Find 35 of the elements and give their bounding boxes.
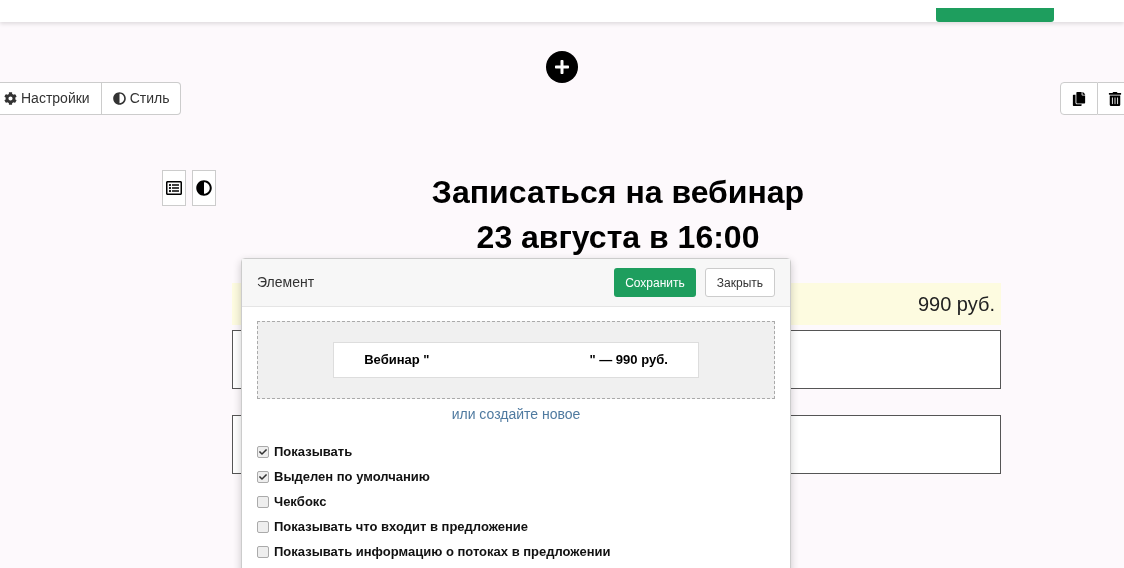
close-button[interactable]: Закрыть: [704, 268, 775, 297]
price-text: 990 руб.: [917, 292, 995, 317]
checkbox[interactable]: [257, 496, 269, 508]
checkbox[interactable]: [257, 471, 269, 483]
copy-icon: [1072, 91, 1086, 106]
product-item[interactable]: Вебинар " " — 990 руб.: [333, 342, 699, 378]
page-heading: Записаться на вебинар: [430, 173, 806, 212]
checkbox[interactable]: [257, 546, 269, 558]
add-block-button[interactable]: [546, 51, 578, 83]
option-label: Показывать информацию о потоках в предложении: [274, 543, 611, 561]
page-heading: 23 августа в 16:00: [475, 218, 761, 257]
check-icon: [259, 473, 267, 481]
list-icon: [166, 180, 182, 196]
copy-button[interactable]: [1060, 82, 1098, 115]
trash-icon: [1108, 91, 1122, 106]
product-name-end: " — 990 руб.: [589, 351, 668, 370]
check-icon: [259, 448, 267, 456]
option-label: Выделен по умолчанию: [274, 468, 430, 486]
delete-button[interactable]: [1098, 82, 1124, 115]
style-toggle-button[interactable]: [192, 170, 216, 206]
option-label: Показывать: [274, 443, 353, 461]
contrast-icon: [196, 180, 212, 196]
checkbox[interactable]: [257, 446, 269, 458]
form-button[interactable]: [162, 170, 186, 206]
settings-button[interactable]: Настройки: [0, 82, 102, 115]
gear-icon: [4, 92, 17, 105]
style-button[interactable]: Стиль: [101, 82, 182, 115]
dialog-title: Элемент: [257, 273, 315, 292]
contrast-icon: [112, 92, 126, 105]
checkbox[interactable]: [257, 521, 269, 533]
option-label: Показывать что входит в предложение: [274, 518, 529, 536]
create-new-link[interactable]: или создайте новое: [451, 406, 581, 422]
product-name-start: Вебинар ": [364, 351, 430, 370]
option-label: Чекбокс: [274, 493, 327, 511]
plus-icon: [554, 59, 570, 75]
